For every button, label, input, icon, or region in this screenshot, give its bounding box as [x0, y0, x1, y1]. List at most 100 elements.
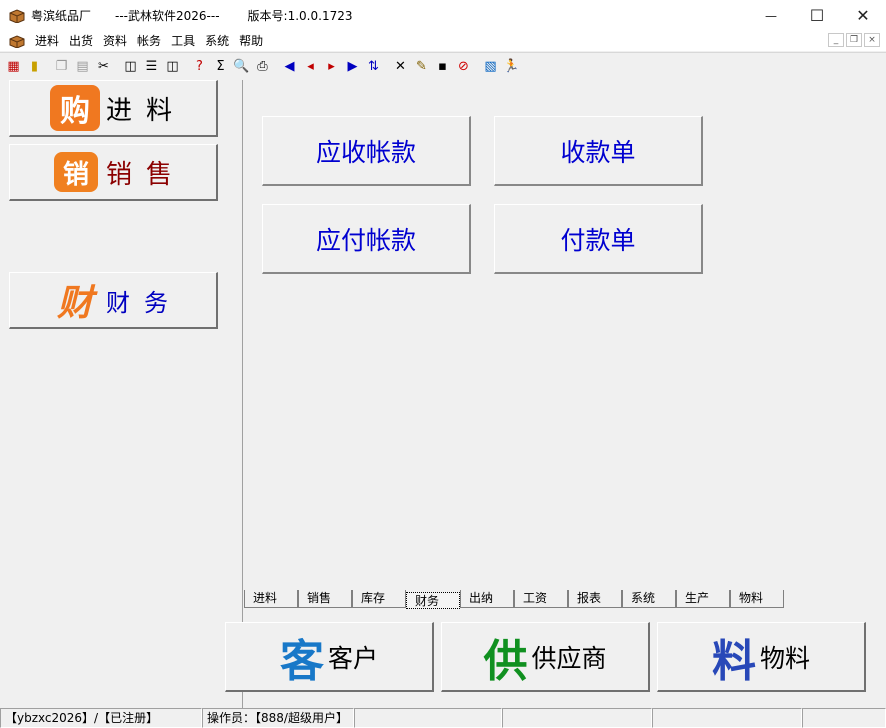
edit-button[interactable]: ✎: [411, 56, 432, 77]
sales-logo-icon: 销: [54, 152, 98, 192]
run-exit-icon: 🏃: [503, 59, 520, 74]
delete-button[interactable]: ✕: [390, 56, 411, 77]
supplier-label: 供应商: [531, 643, 607, 673]
cancel-button[interactable]: ⊘: [453, 56, 474, 77]
purchase-logo-icon: 购: [50, 85, 100, 131]
app-name: 粤滨纸品厂: [31, 9, 92, 23]
insert-button[interactable]: ⇅: [363, 56, 384, 77]
menu-box-icon[interactable]: [9, 34, 25, 49]
paste-button[interactable]: ▤: [72, 56, 93, 77]
menu-purchase[interactable]: 进料: [30, 32, 64, 50]
cascade-button[interactable]: ◫: [120, 56, 141, 77]
tile-vertical-button[interactable]: ◫: [162, 56, 183, 77]
exit-door-icon: ▮: [30, 59, 39, 74]
insert-icon: ⇅: [368, 59, 379, 74]
status-cell-5: [652, 708, 802, 728]
status-cell-4: [502, 708, 652, 728]
toolbar: ▦ ▮ ❐ ▤ ✂ ◫ ☰ ◫? Σ 🔍 ⎙ ◀ ◂ ▸ ▶ ⇅ ✕ ✎ ▪ ⊘ ▧ 🏃: [0, 52, 886, 80]
tab-1[interactable]: 销售: [298, 590, 352, 608]
menu-help[interactable]: 帮助: [234, 32, 268, 50]
first-record-button[interactable]: ◀: [279, 56, 300, 77]
nav-sales-button[interactable]: 销 销售: [9, 144, 218, 201]
left-nav-panel: 购 进料 销 销售 财 财务: [0, 80, 243, 708]
cascade-icon: ◫: [124, 59, 137, 74]
close-icon: ✕: [856, 6, 870, 25]
report-button[interactable]: ▧: [480, 56, 501, 77]
tab-8[interactable]: 生产: [676, 590, 730, 608]
supplier-button[interactable]: 供 供应商: [441, 622, 650, 692]
report-icon: ▧: [484, 59, 497, 74]
title-bar: 粤滨纸品厂 ---武林软件2026--- 版本号:1.0.0.1723 — ☐ …: [0, 0, 886, 31]
tab-4[interactable]: 出纳: [460, 590, 514, 608]
print-icon: ⎙: [257, 59, 268, 74]
menu-bar: 进料 出货 资料 帐务 工具 系统 帮助 _ ❐ ×: [0, 31, 886, 51]
main-area: 应收帐款 收款单 应付帐款 付款单: [244, 80, 886, 592]
next-record-button[interactable]: ▸: [321, 56, 342, 77]
print-button[interactable]: ⎙: [252, 56, 273, 77]
exit-door-button[interactable]: ▮: [24, 56, 45, 77]
supplier-logo-icon: 供: [483, 635, 528, 687]
run-exit-button[interactable]: 🏃: [501, 56, 522, 77]
customer-button[interactable]: 客 客户: [225, 622, 434, 692]
mdi-minimize-button[interactable]: _: [828, 33, 844, 47]
find-button[interactable]: ?: [189, 56, 210, 77]
tab-5[interactable]: 工资: [514, 590, 568, 608]
version-label: 版本号:1.0.0.1723: [247, 9, 353, 23]
material-logo-icon: 料: [711, 635, 756, 687]
nav-purchase-button[interactable]: 购 进料: [9, 80, 218, 137]
delete-icon: ✕: [395, 59, 406, 74]
prev-record-button[interactable]: ◂: [300, 56, 321, 77]
first-record-icon: ◀: [284, 59, 295, 74]
menu-accounts[interactable]: 帐务: [132, 32, 166, 50]
payment-button[interactable]: 付款单: [494, 204, 703, 274]
status-operator: 操作员：【888/超级用户】: [202, 708, 354, 728]
last-record-icon: ▶: [347, 59, 358, 74]
product-name: ---武林软件2026---: [115, 9, 220, 23]
nav-purchase-label: 进料: [106, 95, 187, 126]
module-tabs: 进料 销售 库存 财务 出纳 工资 报表 系统 生产 物料: [244, 590, 784, 610]
status-user-info: 【ybzxc2026】/【已注册】: [0, 708, 202, 728]
tab-6[interactable]: 报表: [568, 590, 622, 608]
sum-button[interactable]: Σ: [210, 56, 231, 77]
cut-button[interactable]: ✂: [93, 56, 114, 77]
menu-data[interactable]: 资料: [98, 32, 132, 50]
nav-finance-button[interactable]: 财 财务: [9, 272, 218, 329]
next-record-icon: ▸: [328, 59, 335, 74]
receivable-button[interactable]: 应收帐款: [262, 116, 471, 186]
save-button[interactable]: ▪: [432, 56, 453, 77]
status-cell-6: [802, 708, 886, 728]
menu-system[interactable]: 系统: [200, 32, 234, 50]
tab-9[interactable]: 物料: [730, 590, 784, 608]
mdi-close-button[interactable]: ×: [864, 33, 880, 47]
status-cell-3: [354, 708, 502, 728]
cancel-icon: ⊘: [458, 59, 469, 74]
material-button[interactable]: 料 物料: [657, 622, 866, 692]
tab-7[interactable]: 系统: [622, 590, 676, 608]
customer-logo-icon: 客: [279, 635, 324, 687]
close-button[interactable]: ✕: [840, 0, 886, 31]
minimize-icon: —: [765, 8, 777, 23]
prev-record-icon: ◂: [307, 59, 314, 74]
tile-vertical-icon: ◫: [166, 59, 179, 74]
tile-horizontal-icon: ☰: [145, 59, 158, 74]
sum-icon: Σ: [216, 59, 225, 74]
tile-horizontal-button[interactable]: ☰: [141, 56, 162, 77]
preview-button[interactable]: 🔍: [231, 56, 252, 77]
app-box-icon: [9, 8, 25, 24]
tab-2[interactable]: 库存: [352, 590, 406, 608]
copy-button[interactable]: ❐: [51, 56, 72, 77]
tab-0[interactable]: 进料: [244, 590, 298, 608]
preview-icon: 🔍: [233, 59, 250, 74]
minimize-button[interactable]: —: [748, 0, 794, 31]
tab-3[interactable]: 财务: [406, 592, 460, 609]
menu-shipping[interactable]: 出货: [64, 32, 98, 50]
edit-icon: ✎: [416, 59, 427, 74]
payable-button[interactable]: 应付帐款: [262, 204, 471, 274]
maximize-button[interactable]: ☐: [794, 0, 840, 31]
menu-tools[interactable]: 工具: [166, 32, 200, 50]
copy-icon: ❐: [55, 59, 68, 74]
receipt-button[interactable]: 收款单: [494, 116, 703, 186]
mdi-restore-button[interactable]: ❐: [846, 33, 862, 47]
calendar-button[interactable]: ▦: [3, 56, 24, 77]
last-record-button[interactable]: ▶: [342, 56, 363, 77]
